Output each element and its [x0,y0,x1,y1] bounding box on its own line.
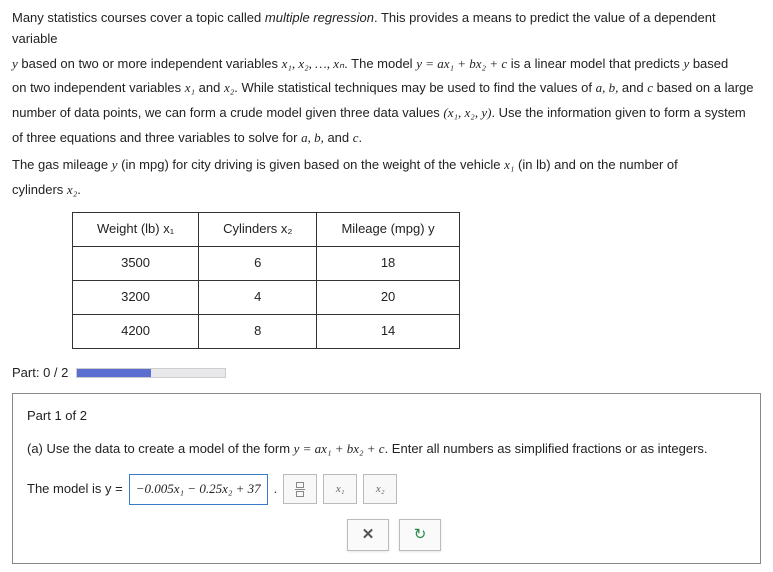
problem-paragraph-4: number of data points, we can form a cru… [12,103,761,124]
problem-paragraph-7: cylinders x₂. [12,180,761,201]
x2-button[interactable]: x₂ [363,474,397,504]
reset-button[interactable]: ↻ [399,519,441,551]
answer-label: The model is y = [27,479,123,500]
problem-paragraph-3: on two independent variables x₁ and x₂. … [12,78,761,99]
fraction-numerator-icon [296,482,304,488]
progress-bar [76,368,226,378]
table-header-row: Weight (lb) x₁ Cylinders x₂ Mileage (mpg… [73,213,460,247]
x1-button[interactable]: x₁ [323,474,357,504]
problem-paragraph-2: y based on two or more independent varia… [12,54,761,75]
part-1-question: (a) Use the data to create a model of th… [27,439,746,460]
problem-paragraph-6: The gas mileage y (in mpg) for city driv… [12,155,761,176]
answer-period: . [274,479,278,500]
part-1-title: Part 1 of 2 [27,406,746,427]
problem-paragraph-1: Many statistics courses cover a topic ca… [12,8,761,50]
header-weight: Weight (lb) x₁ [73,213,199,247]
reset-icon: ↻ [414,523,427,547]
fraction-line-icon [295,489,305,490]
part-1-box: Part 1 of 2 (a) Use the data to create a… [12,393,761,563]
progress-bar-fill [77,369,151,377]
part-progress-label: Part: 0 / 2 [12,363,68,384]
answer-row: The model is y = −0.005x₁ − 0.25x₂ + 37 … [27,474,746,505]
header-mileage: Mileage (mpg) y [317,213,459,247]
fraction-denominator-icon [296,491,304,497]
answer-input[interactable]: −0.005x₁ − 0.25x₂ + 37 [129,474,268,505]
close-icon: ✕ [362,523,375,547]
fraction-button[interactable] [283,474,317,504]
clear-button[interactable]: ✕ [347,519,389,551]
part-progress-header: Part: 0 / 2 [12,363,761,384]
problem-paragraph-5: of three equations and three variables t… [12,128,761,149]
table-row: 3200 4 20 [73,280,460,314]
action-row: ✕ ↻ [347,519,746,551]
table-row: 4200 8 14 [73,314,460,348]
table-row: 3500 6 18 [73,247,460,281]
data-table: Weight (lb) x₁ Cylinders x₂ Mileage (mpg… [72,212,460,348]
header-cylinders: Cylinders x₂ [199,213,317,247]
